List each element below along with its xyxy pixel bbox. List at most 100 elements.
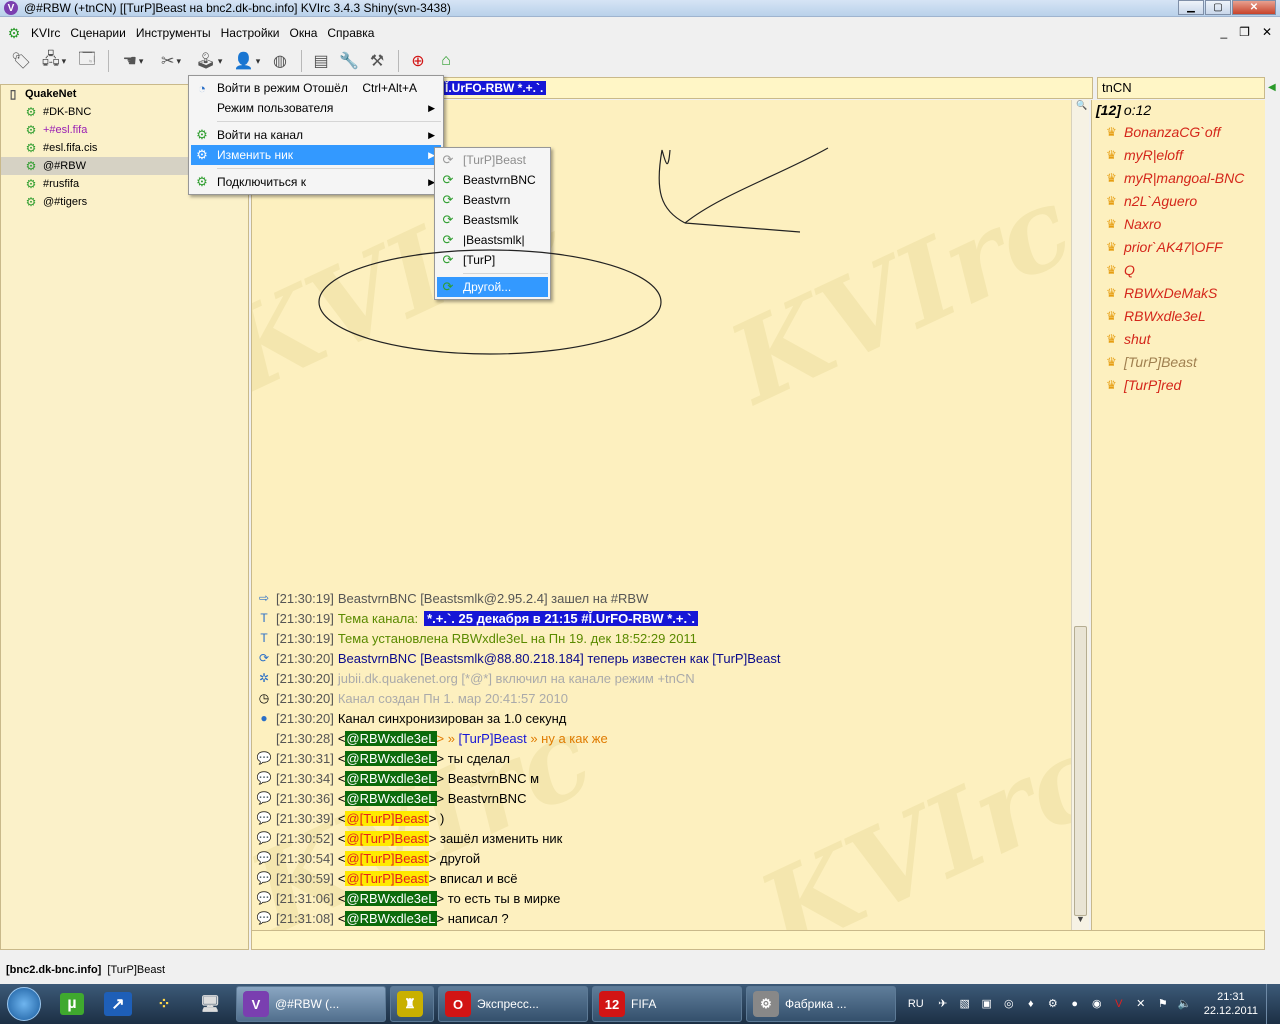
- message-nick[interactable]: @[TurP]Beast: [345, 810, 429, 826]
- options-button[interactable]: 🗔: [74, 48, 100, 74]
- tray-icon[interactable]: ✈: [935, 996, 951, 1012]
- dots-pin[interactable]: ⁘: [142, 986, 186, 1022]
- window-tree: ▯ QuakeNet ⚙ #DK-BNC ⚙ +#esl.fifa ⚙ #esl.fifa…: [0, 84, 249, 950]
- user-list-item[interactable]: ♛ prior`AK47|OFF: [1092, 235, 1265, 258]
- home-button[interactable]: ⌂: [433, 48, 459, 74]
- menu-tools[interactable]: Инструменты: [131, 26, 216, 40]
- taskbar-button[interactable]: ♜: [390, 986, 434, 1022]
- menu-kvirc[interactable]: KVIrc: [26, 26, 65, 40]
- help-button[interactable]: ⊕: [405, 48, 431, 74]
- tray-icon[interactable]: ◉: [1089, 996, 1105, 1012]
- menu-scripts[interactable]: Сценарии: [65, 26, 130, 40]
- connect-button[interactable]: 🖧: [36, 48, 72, 74]
- addons-button[interactable]: ⚒: [364, 48, 390, 74]
- context-menu-item[interactable]: ⚙ Подключиться к ▶: [191, 172, 441, 192]
- nick-option[interactable]: ⟳ |Beastsmlk|: [437, 230, 548, 250]
- message-list: ⇨ [21:30:19] BeastvrnBNC [Beastsmlk@2.95.2…: [256, 588, 1066, 928]
- network-tray-icon[interactable]: ✕: [1133, 996, 1149, 1012]
- user-list-item[interactable]: ♛ shut: [1092, 327, 1265, 350]
- maximize-button[interactable]: ▢: [1205, 0, 1231, 15]
- taskbar-button[interactable]: 12 FIFA: [592, 986, 742, 1022]
- message-timestamp: [21:30:20]: [276, 650, 334, 666]
- message-nick[interactable]: @[TurP]Beast: [345, 830, 429, 846]
- message-nick[interactable]: @RBWxdle3eL: [345, 770, 437, 786]
- users-button[interactable]: 👤: [229, 48, 265, 74]
- message-text: » ну а как же: [526, 730, 608, 746]
- user-list-item[interactable]: ♛ myR|mangoal-BNC: [1092, 166, 1265, 189]
- tools-button[interactable]: ✂: [153, 48, 189, 74]
- taskbar-button[interactable]: ⚙ Фабрика ...: [746, 986, 896, 1022]
- chat-view[interactable]: KVIrc KVIrc KVIrc KVIrc ⇨ [21:30:19] Beast…: [251, 100, 1071, 930]
- user-list-item[interactable]: ♛ [TurP]red: [1092, 373, 1265, 396]
- tray-icon[interactable]: ▣: [979, 996, 995, 1012]
- tray-icon[interactable]: ●: [1067, 996, 1083, 1012]
- message-nick[interactable]: @[TurP]Beast: [345, 870, 429, 886]
- context-menu-item[interactable]: Режим пользователя ▶: [191, 98, 441, 118]
- tree-channel-item[interactable]: ⚙ @#tigers: [1, 193, 248, 211]
- nick-option[interactable]: ⟳ Другой...: [437, 277, 548, 297]
- monitor-pin[interactable]: 🖥: [188, 986, 232, 1022]
- taskbar-button[interactable]: V @#RBW (...: [236, 986, 386, 1022]
- message-nick[interactable]: @[TurP]Beast: [345, 850, 429, 866]
- minimize-button[interactable]: ▁: [1178, 0, 1204, 15]
- chat-scrollbar[interactable]: 🔍 ▼: [1071, 100, 1089, 930]
- context-menu-item[interactable]: ⚙ Изменить ник ▶: [191, 145, 441, 165]
- search-icon[interactable]: 🔍: [1076, 100, 1087, 111]
- user-list-item[interactable]: ♛ Naxro: [1092, 212, 1265, 235]
- message-nick[interactable]: @RBWxdle3eL: [345, 890, 437, 906]
- panel-toggle-icon[interactable]: ◀: [1268, 82, 1276, 93]
- nick-option[interactable]: ⟳ Beastvrn: [437, 190, 548, 210]
- new-irc-context-button[interactable]: 🏷: [8, 48, 34, 74]
- tray-icon[interactable]: ♦: [1023, 996, 1039, 1012]
- menu-help[interactable]: Справка: [322, 26, 379, 40]
- joystick-button[interactable]: 🕹: [191, 48, 227, 74]
- actions-button[interactable]: ☚: [115, 48, 151, 74]
- topic-text: Ǐ.UrFO-RBW *.+.`.: [442, 81, 547, 95]
- scroll-down-icon[interactable]: ▼: [1076, 914, 1085, 924]
- taskbar-button[interactable]: O Экспресс...: [438, 986, 588, 1022]
- nick-option[interactable]: ⟳ [TurP]: [437, 250, 548, 270]
- mdi-minimize-button[interactable]: _: [1220, 25, 1227, 39]
- shortcut-pin[interactable]: ↗: [96, 986, 140, 1022]
- nick-option[interactable]: ⟳ BeastvrnBNC: [437, 170, 548, 190]
- system-clock[interactable]: 21:31 22.12.2011: [1204, 990, 1258, 1018]
- network-button[interactable]: ◍: [267, 48, 293, 74]
- tray-icon[interactable]: ▧: [957, 996, 973, 1012]
- settings-wrench-button[interactable]: 🔧: [336, 48, 362, 74]
- context-menu-item[interactable]: ⚙ Войти на канал ▶: [191, 125, 441, 145]
- tray-icon[interactable]: ◎: [1001, 996, 1017, 1012]
- user-list-item[interactable]: ♛ Q: [1092, 258, 1265, 281]
- start-button[interactable]: [0, 984, 48, 1024]
- show-desktop-button[interactable]: [1266, 984, 1280, 1024]
- menu-settings[interactable]: Настройки: [216, 26, 285, 40]
- op-crown-icon: ♛: [1106, 216, 1117, 231]
- tray-icon[interactable]: ⚙: [1045, 996, 1061, 1012]
- user-list-item[interactable]: ♛ [TurP]Beast: [1092, 350, 1265, 373]
- context-menu-item[interactable]: ◔ Войти в режим Отошёл Ctrl+Alt+A: [191, 78, 441, 98]
- utorrent-pin[interactable]: µ: [50, 986, 94, 1022]
- close-button[interactable]: ✕: [1232, 0, 1276, 15]
- user-list-item[interactable]: ♛ RBWxDeMakS: [1092, 281, 1265, 304]
- speaker-icon[interactable]: 🔈: [1177, 996, 1193, 1012]
- mdi-restore-button[interactable]: ❐: [1239, 25, 1250, 39]
- message-nick[interactable]: @RBWxdle3eL: [345, 790, 437, 806]
- log-viewer-button[interactable]: ▤: [308, 48, 334, 74]
- message-nick[interactable]: @RBWxdle3eL: [345, 750, 437, 766]
- message-nick[interactable]: [TurP]Beast: [459, 731, 527, 746]
- user-list-item[interactable]: ♛ BonanzaCG`off: [1092, 120, 1265, 143]
- user-list-item[interactable]: ♛ RBWxdle3eL: [1092, 304, 1265, 327]
- antivirus-icon[interactable]: V: [1111, 996, 1127, 1012]
- mdi-close-button[interactable]: ✕: [1262, 25, 1272, 39]
- kvirc-app-icon[interactable]: V: [4, 1, 18, 15]
- user-list-item[interactable]: ♛ n2L`Aguero: [1092, 189, 1265, 212]
- message-input[interactable]: [251, 930, 1265, 950]
- message-nick[interactable]: @RBWxdle3eL: [345, 730, 437, 746]
- user-list-item[interactable]: ♛ myR|eloff: [1092, 143, 1265, 166]
- flag-tray-icon[interactable]: ⚑: [1155, 996, 1171, 1012]
- menu-windows[interactable]: Окна: [284, 26, 322, 40]
- mode-field[interactable]: tnCN: [1097, 77, 1265, 99]
- message-nick[interactable]: @RBWxdle3eL: [345, 910, 437, 926]
- nick-option[interactable]: ⟳ Beastsmlk: [437, 210, 548, 230]
- language-indicator[interactable]: RU: [908, 998, 924, 1010]
- scrollbar-thumb[interactable]: [1074, 626, 1087, 916]
